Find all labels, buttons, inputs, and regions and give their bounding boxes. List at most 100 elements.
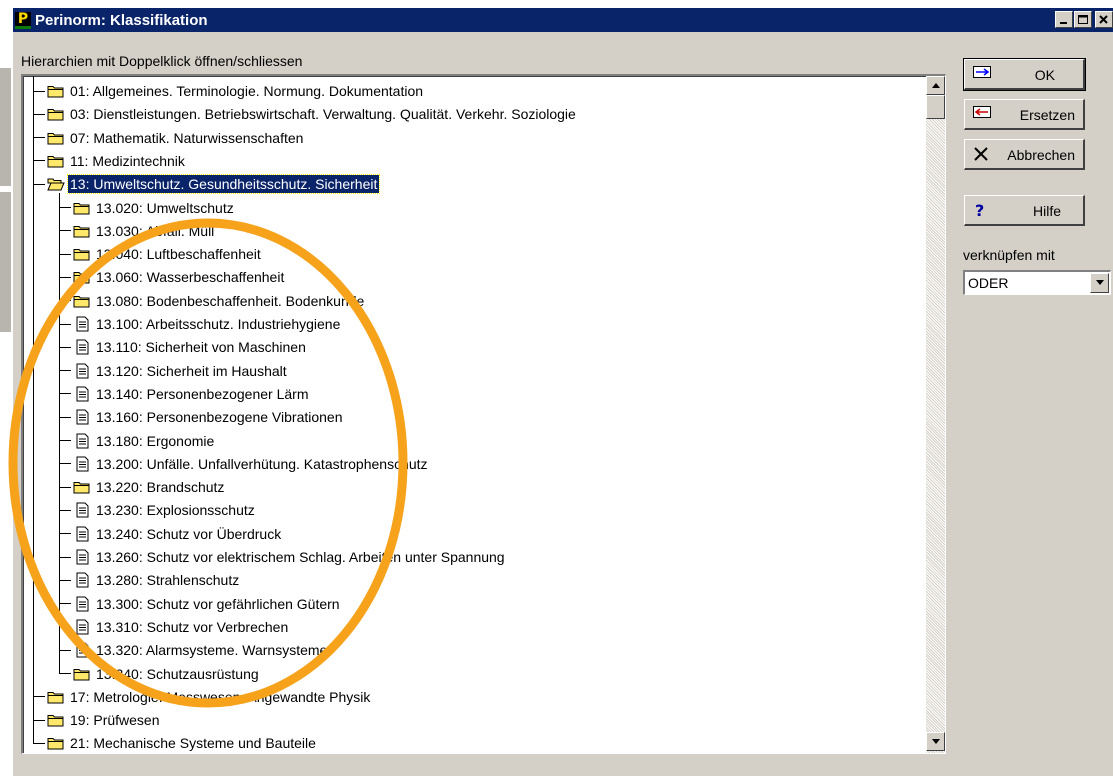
document-icon [76, 433, 89, 448]
tree-item[interactable]: 13.160: Personenbezogene Vibrationen [59, 406, 345, 428]
arrow-down-icon [932, 739, 940, 744]
tree-item[interactable]: 13.340: Schutzausrüstung [59, 663, 261, 685]
scroll-up-button[interactable] [926, 76, 945, 95]
tree-item-label: 13.310: Schutz vor Verbrechen [96, 618, 289, 635]
tree-item[interactable]: 13.060: Wasserbeschaffenheit [59, 266, 286, 288]
tree-connector [59, 579, 71, 581]
tree-item-icon [73, 246, 94, 262]
tree-item[interactable]: 21: Mechanische Systeme und Bauteile [33, 732, 318, 753]
folder-closed-icon [73, 202, 90, 214]
tree-connector [59, 300, 71, 302]
link-with-label: verknüpfen mit [963, 247, 1055, 263]
folder-closed-icon [47, 132, 64, 145]
scroll-down-button[interactable] [926, 732, 945, 751]
title-bar[interactable]: P Perinorm: Klassifikation [13, 8, 1113, 32]
minimize-button[interactable] [1055, 11, 1073, 28]
tree-item[interactable]: 13.310: Schutz vor Verbrechen [59, 616, 290, 638]
tree-item-label: 01: Allgemeines. Terminologie. Normung. … [70, 83, 424, 99]
document-icon [76, 572, 89, 588]
tree-item[interactable]: 13.040: Luftbeschaffenheit [59, 243, 263, 265]
tree-item-label: 13.020: Umweltschutz [96, 199, 234, 216]
tree-item[interactable]: 13.240: Schutz vor Überdruck [59, 523, 283, 545]
tree-item[interactable]: 13.140: Personenbezogener Lärm [59, 383, 310, 405]
document-icon [76, 409, 89, 425]
folder-closed-icon [47, 86, 64, 98]
folder-closed-icon [73, 668, 90, 680]
document-icon [76, 502, 89, 518]
replace-button[interactable]: Ersetzen [964, 99, 1085, 130]
tree-item-icon [73, 316, 94, 332]
tree-item[interactable]: 13.100: Arbeitsschutz. Industriehygiene [59, 313, 342, 335]
tree-item-icon [73, 596, 94, 612]
tree-hint-label: Hierarchien mit Doppelklick öffnen/schli… [21, 53, 303, 69]
tree-item[interactable]: 13: Umweltschutz. Gesundheitsschutz. Sic… [33, 173, 381, 195]
maximize-button[interactable] [1074, 11, 1092, 28]
document-icon [76, 526, 89, 542]
folder-closed-icon [73, 482, 90, 494]
help-button[interactable]: ? Hilfe [964, 195, 1085, 226]
ok-button[interactable]: OK [963, 58, 1086, 91]
tree-item[interactable]: 13.260: Schutz vor elektrischem Schlag. … [59, 546, 507, 568]
tree-item[interactable]: 03: Dienstleistungen. Betriebswirtschaft… [33, 103, 578, 125]
tree-item[interactable]: 13.300: Schutz vor gefährlichen Gütern [59, 593, 342, 615]
tree-connector [59, 486, 71, 488]
tree-item-icon [73, 200, 94, 216]
link-with-select[interactable]: ODER [963, 270, 1111, 295]
document-icon [76, 549, 89, 565]
svg-text:?: ? [975, 202, 984, 218]
cancel-button[interactable]: Abbrechen [964, 139, 1085, 170]
question-icon: ? [975, 202, 984, 218]
cancel-label: Abbrechen [1007, 147, 1075, 163]
document-icon [76, 386, 89, 402]
tree-connector [59, 603, 71, 605]
tree-connector [59, 346, 71, 348]
tree-item[interactable]: 13.020: Umweltschutz [59, 197, 236, 219]
dropdown-button[interactable] [1090, 273, 1109, 293]
tree-item-label: 13.340: Schutzausrüstung [96, 665, 259, 682]
tree-item-label: 13.260: Schutz vor elektrischem Schlag. … [96, 549, 505, 565]
tree-item-icon [73, 339, 94, 355]
tree-connector [59, 207, 71, 208]
tree-item[interactable]: 07: Mathematik. Naturwissenschaften [33, 127, 305, 149]
tree-item-label: 13.120: Sicherheit im Haushalt [96, 362, 287, 379]
link-with-value: ODER [968, 275, 1009, 291]
tree-item[interactable]: 13.080: Bodenbeschaffenheit. Bodenkunde [59, 290, 366, 312]
tree-connector [33, 719, 45, 721]
minimize-icon [1060, 22, 1067, 24]
tree-item-icon [73, 363, 94, 379]
tree-item-label: 13.180: Ergonomie [96, 432, 215, 449]
tree-connector [59, 509, 71, 511]
tree-item-icon [73, 572, 94, 588]
tree-item[interactable]: 13.110: Sicherheit von Maschinen [59, 336, 308, 358]
tree-item[interactable]: 13.180: Ergonomie [59, 430, 216, 452]
tree-item[interactable]: 13.230: Explosionsschutz [59, 499, 257, 521]
tree-item[interactable]: 13.200: Unfälle. Unfallverhütung. Katast… [59, 453, 430, 475]
tree-item[interactable]: 17: Metrologie. Messwesen. Angewandte Ph… [33, 686, 372, 708]
tree-item[interactable]: 19: Prüfwesen [33, 709, 162, 731]
tree-connector [59, 323, 71, 325]
tree-connector [33, 137, 45, 139]
folder-closed-icon [73, 272, 90, 284]
tree-item-label: 03: Dienstleistungen. Betriebswirtschaft… [70, 106, 576, 123]
document-icon [76, 316, 89, 332]
close-icon [1099, 15, 1108, 24]
tree-item[interactable]: 11: Medizintechnik [33, 150, 187, 172]
tree-item[interactable]: 01: Allgemeines. Terminologie. Normung. … [33, 80, 425, 102]
tree-item[interactable]: 13.320: Alarmsysteme. Warnsysteme [59, 639, 329, 661]
tree-item-label: 21: Mechanische Systeme und Bauteile [70, 735, 316, 752]
classification-tree[interactable]: 01: Allgemeines. Terminologie. Normung. … [21, 74, 946, 754]
tree-item[interactable]: 13.120: Sicherheit im Haushalt [59, 360, 289, 382]
tree-item-icon [73, 479, 94, 495]
tree-item-label: 13: Umweltschutz. Gesundheitsschutz. Sic… [66, 174, 381, 195]
scroll-thumb[interactable] [926, 95, 945, 119]
tree-vertical-scrollbar[interactable] [926, 76, 945, 753]
tree-connector [59, 253, 71, 255]
tree-item[interactable]: 13.030: Abfall. Müll [59, 220, 216, 242]
tree-item-label: 13.110: Sicherheit von Maschinen [96, 339, 306, 356]
tree-item[interactable]: 13.220: Brandschutz [59, 476, 226, 498]
tree-item-icon [73, 386, 94, 402]
close-button[interactable] [1095, 11, 1113, 28]
tree-item[interactable]: 13.280: Strahlenschutz [59, 569, 241, 591]
document-icon [76, 642, 89, 658]
maximize-icon [1078, 15, 1088, 24]
